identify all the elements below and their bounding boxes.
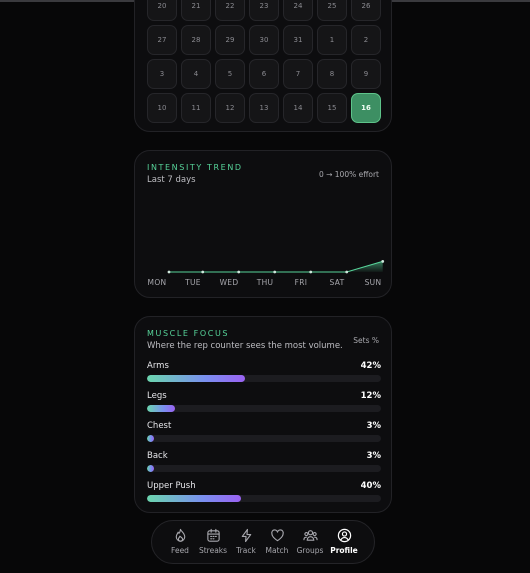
calendar-day[interactable]: 26 — [351, 0, 381, 21]
calendar-day[interactable]: 7 — [283, 59, 313, 89]
groups-icon — [302, 530, 318, 541]
calendar-day[interactable]: 13 — [249, 93, 279, 123]
trend-point — [237, 270, 241, 274]
calendar-day[interactable]: 25 — [317, 0, 347, 21]
calendar-day[interactable]: 5 — [215, 59, 245, 89]
nav-label: Match — [265, 546, 289, 555]
intensity-trend-card: INTENSITY TREND Last 7 days 0 → 100% eff… — [134, 150, 392, 298]
muscle-percent: 3% — [366, 451, 381, 461]
x-tick-label: MON — [148, 278, 167, 287]
muscle-bar-fill — [147, 495, 241, 502]
trend-point — [273, 270, 277, 274]
nav-label: Streaks — [198, 546, 228, 555]
nav-label: Track — [236, 546, 256, 555]
muscle-percent: 42% — [360, 361, 381, 371]
muscle-name: Legs — [147, 391, 167, 401]
nav-label: Profile — [330, 546, 358, 555]
muscle-bar-track — [147, 375, 381, 382]
calendar-day[interactable]: 31 — [283, 25, 313, 55]
calendar-day[interactable]: 22 — [215, 0, 245, 21]
x-tick-label: SAT — [330, 278, 345, 287]
calendar-day-today[interactable]: 16 — [351, 93, 381, 123]
calendar-day[interactable]: 6 — [249, 59, 279, 89]
profile-icon — [337, 528, 351, 543]
muscle-name: Arms — [147, 361, 169, 371]
intensity-trend-chart: MON TUE WED THU FRI SAT SUN — [148, 260, 385, 287]
nav-label: Groups — [296, 546, 324, 555]
nav-profile[interactable]: Profile — [327, 528, 361, 558]
muscle-focus-card: MUSCLE FOCUS Where the rep counter sees … — [134, 316, 392, 513]
muscle-bar-track — [147, 465, 381, 472]
muscle-focus-subtitle: Where the rep counter sees the most volu… — [147, 341, 343, 351]
calendar-day[interactable]: 2 — [351, 25, 381, 55]
x-tick-label: FRI — [295, 278, 308, 287]
muscle-percent: 40% — [360, 481, 381, 491]
muscle-row: Back 3% — [147, 451, 381, 477]
calendar-day[interactable]: 14 — [283, 93, 313, 123]
nav-groups[interactable]: Groups — [293, 528, 327, 558]
calendar-day[interactable]: 23 — [249, 0, 279, 21]
calendar-day[interactable]: 24 — [283, 0, 313, 21]
muscle-focus-unit: Sets % — [353, 336, 379, 345]
muscle-row: Arms 42% — [147, 361, 381, 387]
calendar-day[interactable]: 1 — [317, 25, 347, 55]
trend-point — [345, 270, 349, 274]
calendar-day[interactable]: 12 — [215, 93, 245, 123]
muscle-row: Upper Push 40% — [147, 481, 381, 507]
nav-streaks[interactable]: Streaks — [196, 528, 230, 558]
bottom-nav: Feed Streaks Track Match Groups Profile — [151, 520, 375, 564]
calendar-day[interactable]: 21 — [181, 0, 211, 21]
calendar-day[interactable]: 4 — [181, 59, 211, 89]
flame-icon — [175, 528, 185, 542]
calendar-day[interactable]: 3 — [147, 59, 177, 89]
calendar-day[interactable]: 11 — [181, 93, 211, 123]
muscle-name: Back — [147, 451, 168, 461]
calendar-day[interactable]: 15 — [317, 93, 347, 123]
muscle-row: Legs 12% — [147, 391, 381, 417]
calendar-day[interactable]: 27 — [147, 25, 177, 55]
calendar-icon — [206, 528, 220, 542]
muscle-focus-label: MUSCLE FOCUS — [147, 329, 230, 338]
calendar-day[interactable]: 20 — [147, 0, 177, 21]
trend-line — [169, 260, 383, 273]
muscle-bar-track — [147, 405, 381, 412]
calendar-day[interactable]: 10 — [147, 93, 177, 123]
nav-track[interactable]: Track — [229, 528, 263, 558]
calendar-day[interactable]: 28 — [181, 25, 211, 55]
trend-point — [309, 270, 313, 274]
heart-icon — [270, 529, 284, 542]
muscle-row: Chest 3% — [147, 421, 381, 447]
calendar-grid: 20 21 22 23 24 25 26 27 28 29 30 31 1 2 3 4 5 6 7 8 9 10 11 12 1… — [147, 0, 381, 123]
muscle-bar-fill — [147, 405, 176, 412]
nav-label: Feed — [171, 546, 189, 555]
nav-match[interactable]: Match — [260, 528, 294, 558]
muscle-bar-fill — [147, 375, 246, 382]
muscle-bar-fill — [147, 465, 155, 472]
trend-point — [201, 270, 205, 274]
bolt-icon — [241, 528, 251, 543]
muscle-name: Upper Push — [147, 481, 196, 491]
x-tick-label: TUE — [184, 278, 201, 287]
x-tick-label: THU — [256, 278, 274, 287]
calendar-day[interactable]: 30 — [249, 25, 279, 55]
x-tick-label: WED — [220, 278, 239, 287]
calendar-day[interactable]: 9 — [351, 59, 381, 89]
nav-feed[interactable]: Feed — [163, 528, 197, 558]
muscle-percent: 3% — [366, 421, 381, 431]
muscle-bar-fill — [147, 435, 155, 442]
muscle-percent: 12% — [360, 391, 381, 401]
muscle-name: Chest — [147, 421, 172, 431]
trend-point — [167, 270, 171, 274]
calendar-day[interactable]: 8 — [317, 59, 347, 89]
calendar-day[interactable]: 29 — [215, 25, 245, 55]
trend-point — [381, 260, 385, 263]
muscle-bar-track — [147, 435, 381, 442]
calendar-card: 20 21 22 23 24 25 26 27 28 29 30 31 1 2 3 4 5 6 7 8 9 10 11 12 1… — [134, 0, 392, 132]
muscle-bar-track — [147, 495, 381, 502]
x-tick-label: SUN — [365, 278, 382, 287]
